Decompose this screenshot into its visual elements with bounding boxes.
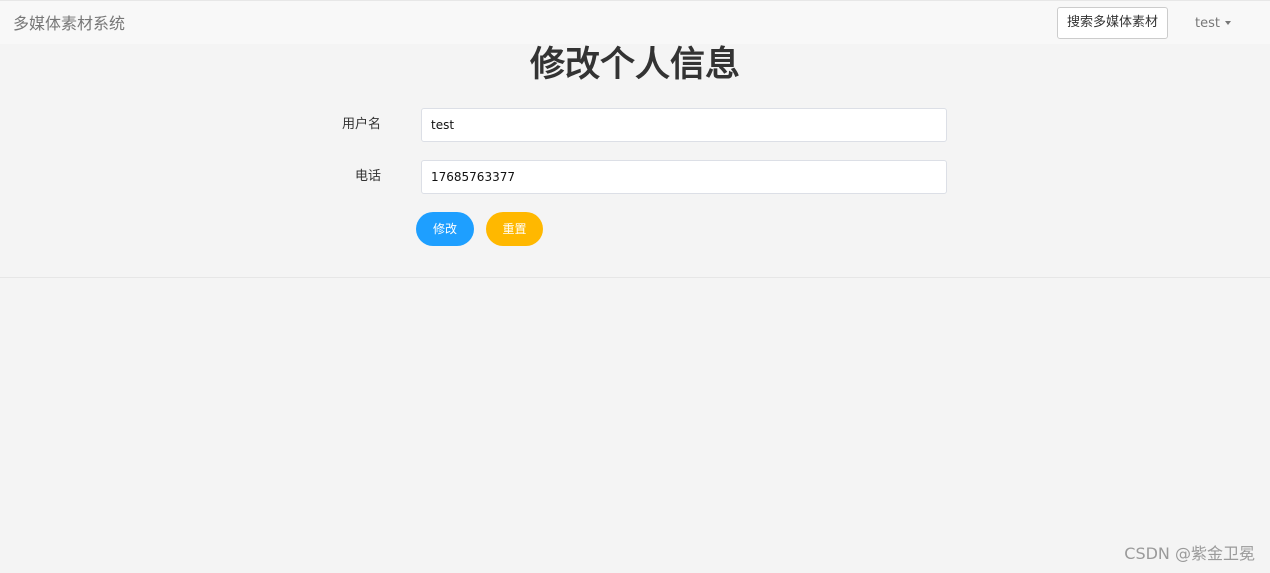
profile-form-panel: 修改个人信息 用户名 电话 修改 重置 bbox=[0, 44, 1270, 278]
phone-label: 电话 bbox=[354, 169, 381, 184]
brand-title[interactable]: 多媒体素材系统 bbox=[13, 14, 125, 34]
page-title: 修改个人信息 bbox=[529, 45, 740, 85]
user-menu[interactable]: test bbox=[1195, 15, 1231, 33]
modify-button[interactable]: 修改 bbox=[416, 212, 474, 246]
phone-input[interactable] bbox=[421, 160, 947, 194]
navbar: 多媒体素材系统 搜索多媒体素材 test bbox=[0, 0, 1270, 44]
username-input[interactable] bbox=[421, 108, 947, 142]
csdn-watermark: CSDN @紫金卫冕 bbox=[1124, 544, 1255, 563]
caret-down-icon bbox=[1224, 20, 1231, 25]
reset-button[interactable]: 重置 bbox=[486, 212, 543, 246]
user-name: test bbox=[1195, 16, 1220, 31]
search-media-button[interactable]: 搜索多媒体素材 bbox=[1057, 7, 1168, 39]
username-label: 用户名 bbox=[341, 117, 381, 132]
